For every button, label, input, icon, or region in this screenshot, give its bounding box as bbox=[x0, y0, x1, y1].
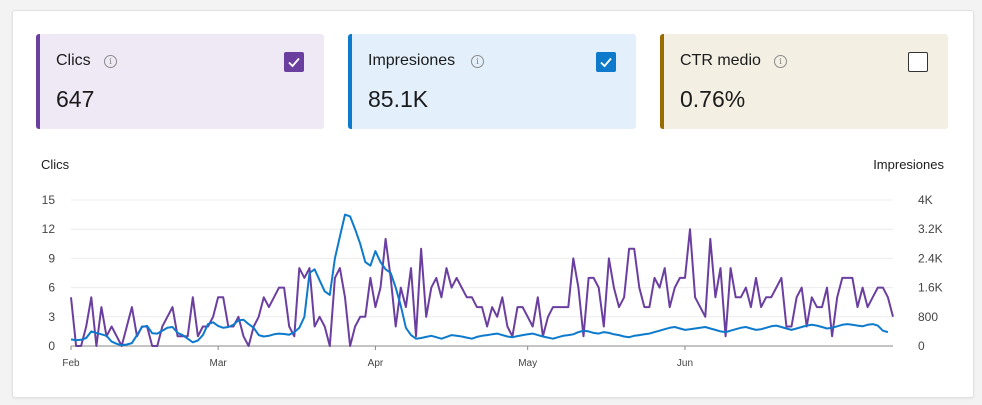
y2-tick-label: 4K bbox=[918, 193, 933, 207]
data-point bbox=[191, 296, 194, 299]
y2-tick-label: 0 bbox=[918, 339, 925, 353]
x-tick-label: Jun bbox=[677, 358, 693, 369]
data-point bbox=[704, 315, 707, 318]
performance-panel: Clics i 647 Impresiones i 85.1K CTR medi… bbox=[12, 10, 974, 398]
x-tick-label: May bbox=[518, 358, 537, 369]
info-icon[interactable]: i bbox=[471, 55, 484, 68]
data-point bbox=[222, 296, 225, 299]
y2-tick-label: 800 bbox=[918, 310, 938, 324]
x-tick-label: Apr bbox=[368, 358, 384, 369]
card-accent-bar bbox=[348, 34, 352, 129]
checkbox-ctr-medio[interactable] bbox=[908, 52, 928, 72]
y-tick-label: 12 bbox=[42, 222, 56, 236]
data-point bbox=[445, 286, 448, 289]
data-point bbox=[851, 276, 854, 279]
data-point bbox=[80, 345, 83, 348]
card-value: 647 bbox=[56, 86, 95, 112]
data-point bbox=[592, 276, 595, 279]
data-point bbox=[247, 345, 250, 348]
data-point bbox=[100, 306, 103, 309]
data-point bbox=[547, 315, 550, 318]
y-tick-label: 3 bbox=[48, 310, 55, 324]
data-point bbox=[668, 286, 671, 289]
data-point bbox=[364, 315, 367, 318]
card-title: Clics bbox=[56, 52, 91, 69]
data-point bbox=[394, 325, 397, 328]
data-point bbox=[425, 315, 428, 318]
y-tick-label: 9 bbox=[48, 251, 55, 265]
data-point bbox=[689, 228, 692, 231]
data-point bbox=[871, 286, 874, 289]
y-tick-label: 15 bbox=[42, 193, 56, 207]
data-point bbox=[328, 345, 331, 348]
card-title: CTR medio bbox=[680, 52, 761, 69]
y2-tick-label: 1.6K bbox=[918, 281, 943, 295]
data-point bbox=[273, 306, 276, 309]
data-point bbox=[75, 345, 78, 348]
checkbox-impresiones[interactable] bbox=[596, 52, 616, 72]
data-point bbox=[770, 296, 773, 299]
data-point bbox=[125, 325, 128, 328]
data-point bbox=[521, 306, 524, 309]
y-tick-label: 0 bbox=[48, 339, 55, 353]
card-clics[interactable]: Clics i 647 bbox=[36, 34, 324, 129]
card-value: 0.76% bbox=[680, 86, 746, 112]
data-point bbox=[496, 315, 499, 318]
data-point bbox=[344, 296, 347, 299]
data-point bbox=[790, 325, 793, 328]
data-point bbox=[384, 238, 387, 241]
card-accent-bar bbox=[660, 34, 664, 129]
card-ctr-medio[interactable]: CTR medio i 0.76% bbox=[660, 34, 948, 129]
performance-chart: 0 0 3 800 6 1.6K 9 2.4K 12 3.2K 15 4K Feb Mar Apr May Ju… bbox=[42, 193, 943, 369]
x-tick-label: Mar bbox=[210, 358, 228, 369]
data-point bbox=[470, 296, 473, 299]
series-line-impresiones bbox=[70, 213, 889, 347]
card-value: 85.1K bbox=[368, 86, 429, 112]
data-point bbox=[618, 296, 621, 299]
data-point bbox=[643, 306, 646, 309]
y2-tick-label: 2.4K bbox=[918, 251, 943, 265]
data-point bbox=[288, 325, 291, 328]
data-point bbox=[719, 267, 722, 270]
data-point bbox=[744, 286, 747, 289]
data-point bbox=[572, 257, 575, 260]
y-tick-label: 6 bbox=[48, 281, 55, 295]
data-point bbox=[176, 345, 179, 348]
info-icon[interactable]: i bbox=[774, 55, 787, 68]
data-point bbox=[70, 296, 73, 299]
data-point bbox=[831, 335, 834, 338]
checkbox-clics[interactable] bbox=[284, 52, 304, 72]
data-point bbox=[95, 345, 98, 348]
data-point bbox=[156, 335, 159, 338]
y2-tick-label: 3.2K bbox=[918, 222, 943, 236]
card-accent-bar bbox=[36, 34, 40, 129]
card-impresiones[interactable]: Impresiones i 85.1K bbox=[348, 34, 636, 129]
data-point bbox=[242, 335, 245, 338]
x-tick-label: Feb bbox=[62, 358, 80, 369]
card-title: Impresiones bbox=[368, 52, 456, 69]
info-icon[interactable]: i bbox=[104, 55, 117, 68]
